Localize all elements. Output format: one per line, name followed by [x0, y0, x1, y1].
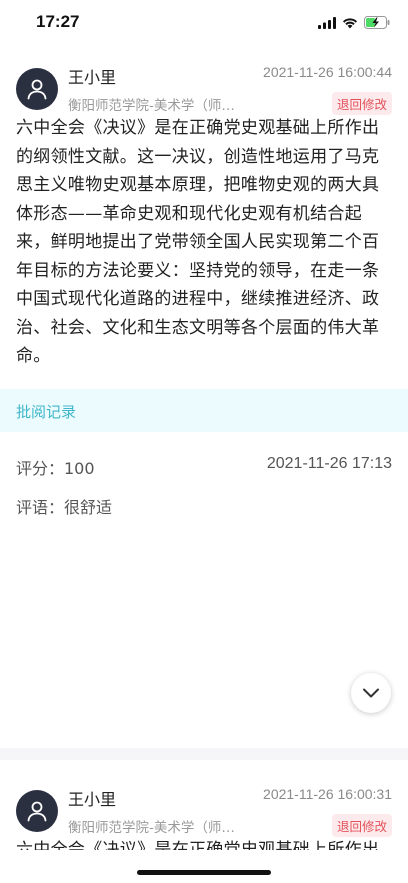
signal-icon	[318, 14, 336, 33]
chevron-down-icon	[363, 688, 379, 698]
author-name: 王小里	[68, 790, 117, 809]
status-time: 17:27	[36, 12, 80, 31]
wifi-icon	[342, 14, 358, 33]
review-header: 批阅记录	[0, 389, 408, 432]
user-icon	[27, 801, 47, 822]
scroll-down-button[interactable]	[351, 673, 391, 713]
review-comment: 评语：很舒适	[16, 498, 113, 517]
review-date: 2021-11-26 17:13	[266, 455, 392, 472]
user-icon	[27, 79, 47, 100]
section-divider	[0, 748, 408, 760]
status-badge: 退回修改	[331, 92, 392, 115]
post-content: 六中全会《决议》是在正确党史观基础上所作出	[16, 840, 380, 850]
author-school: 衡阳师范学院-美术学（师…	[68, 98, 235, 114]
author-name: 王小里	[68, 68, 117, 87]
post-timestamp: 2021-11-26 16:00:44	[263, 64, 392, 80]
battery-charging-icon	[364, 14, 390, 33]
post-timestamp: 2021-11-26 16:00:31	[263, 786, 392, 802]
status-badge: 退回修改	[331, 814, 392, 837]
status-bar: 17:27	[0, 0, 408, 44]
score-label: 评分：100	[16, 459, 95, 478]
avatar[interactable]	[16, 68, 58, 110]
home-indicator	[137, 870, 271, 875]
review-header-label: 批阅记录	[16, 403, 77, 421]
avatar[interactable]	[16, 790, 58, 832]
post-card[interactable]: 王小里 衡阳师范学院-美术学（师… 2021-11-26 16:00:31 退回…	[0, 780, 408, 850]
status-icons	[318, 14, 390, 33]
author-school: 衡阳师范学院-美术学（师…	[68, 820, 235, 836]
post-content: 六中全会《决议》是在正确党史观基础上所作出的纲领性文献。这一决议，创造性地运用了…	[16, 118, 380, 366]
